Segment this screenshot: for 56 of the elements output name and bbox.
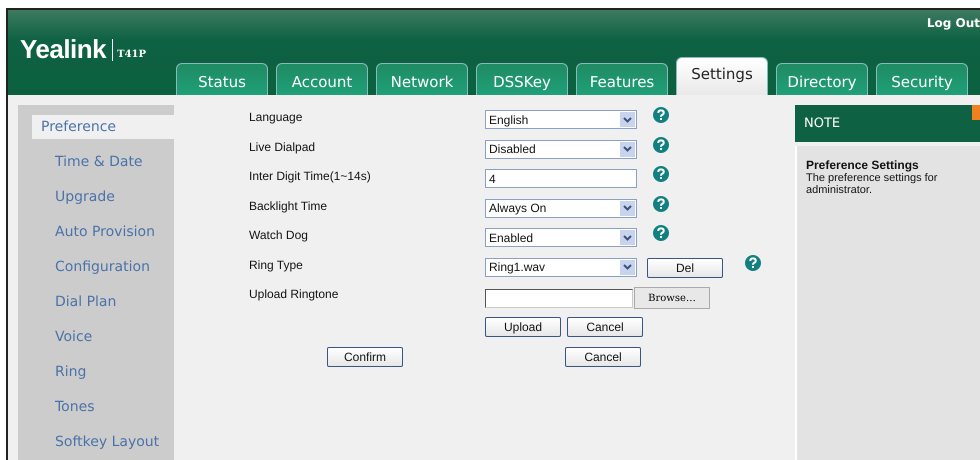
nav-tab[interactable]: Network <box>376 63 468 95</box>
help-icon[interactable] <box>653 107 669 123</box>
nav-tab[interactable]: Features <box>576 63 668 95</box>
help-icon[interactable] <box>653 136 669 152</box>
sidebar-item[interactable]: Configuration <box>32 255 174 279</box>
help-icon[interactable] <box>653 166 669 182</box>
nav-tab[interactable]: DSSKey <box>476 63 568 95</box>
input-field[interactable]: 4 <box>485 169 637 188</box>
file-path-field[interactable] <box>485 288 633 308</box>
form-button[interactable]: Cancel <box>567 317 643 337</box>
sidebar-item[interactable]: Dial Plan <box>32 290 174 314</box>
brand-logo: Yealink <box>20 34 106 65</box>
chevron-down-icon <box>620 200 635 216</box>
sidebar-item[interactable]: Upgrade <box>32 185 174 209</box>
help-icon[interactable] <box>653 196 669 212</box>
chevron-down-icon <box>620 230 635 245</box>
note-heading: Preference Settings <box>806 158 920 172</box>
sidebar-item[interactable]: Tones <box>32 395 174 419</box>
delete-button[interactable]: Del <box>647 258 723 278</box>
nav-tab[interactable]: Status <box>176 63 268 95</box>
nav-tab[interactable]: Settings <box>676 57 768 95</box>
chevron-down-icon <box>620 260 635 274</box>
field-label: Language <box>249 110 304 126</box>
sidebar-item[interactable]: Auto Provision <box>32 220 174 244</box>
field-label: Backlight Time <box>249 198 328 214</box>
field-label: Upload Ringtone <box>249 287 340 303</box>
action-button[interactable]: Confirm <box>327 347 403 367</box>
dropdown[interactable]: Disabled <box>485 140 637 158</box>
help-icon[interactable] <box>653 225 669 241</box>
chevron-down-icon <box>620 112 635 127</box>
nav-tab[interactable]: Security <box>876 63 968 95</box>
dropdown[interactable]: English <box>485 110 637 129</box>
note-text: The preference settings for administrator. <box>806 172 938 196</box>
sidebar-item[interactable]: Voice <box>32 325 174 349</box>
sidebar-item[interactable]: Softkey Layout <box>32 430 174 454</box>
chevron-down-icon <box>620 142 635 156</box>
browse-button[interactable]: Browse… <box>634 287 710 309</box>
form-button[interactable]: Upload <box>485 317 561 337</box>
field-label: Ring Type <box>249 258 304 274</box>
sidebar-item[interactable]: Ring <box>32 360 174 384</box>
help-icon[interactable] <box>745 254 761 270</box>
field-label: Inter Digit Time(1~14s) <box>249 169 372 185</box>
corner-icon <box>972 105 980 120</box>
dropdown[interactable]: Always On <box>485 198 637 218</box>
note-title: NOTE <box>804 116 840 131</box>
field-label: Live Dialpad <box>249 140 316 156</box>
dropdown[interactable]: Ring1.wav <box>485 258 637 276</box>
logout-link[interactable]: Log Out <box>926 16 980 30</box>
action-button[interactable]: Cancel <box>565 347 641 367</box>
model-label: T41P <box>117 49 146 60</box>
nav-tab[interactable]: Account <box>276 63 368 95</box>
sidebar-item[interactable]: Time & Date <box>32 150 174 174</box>
dropdown[interactable]: Enabled <box>485 228 637 247</box>
field-label: Watch Dog <box>249 228 309 244</box>
sidebar-item[interactable]: Preference <box>32 115 174 139</box>
nav-tab[interactable]: Directory <box>776 63 868 95</box>
